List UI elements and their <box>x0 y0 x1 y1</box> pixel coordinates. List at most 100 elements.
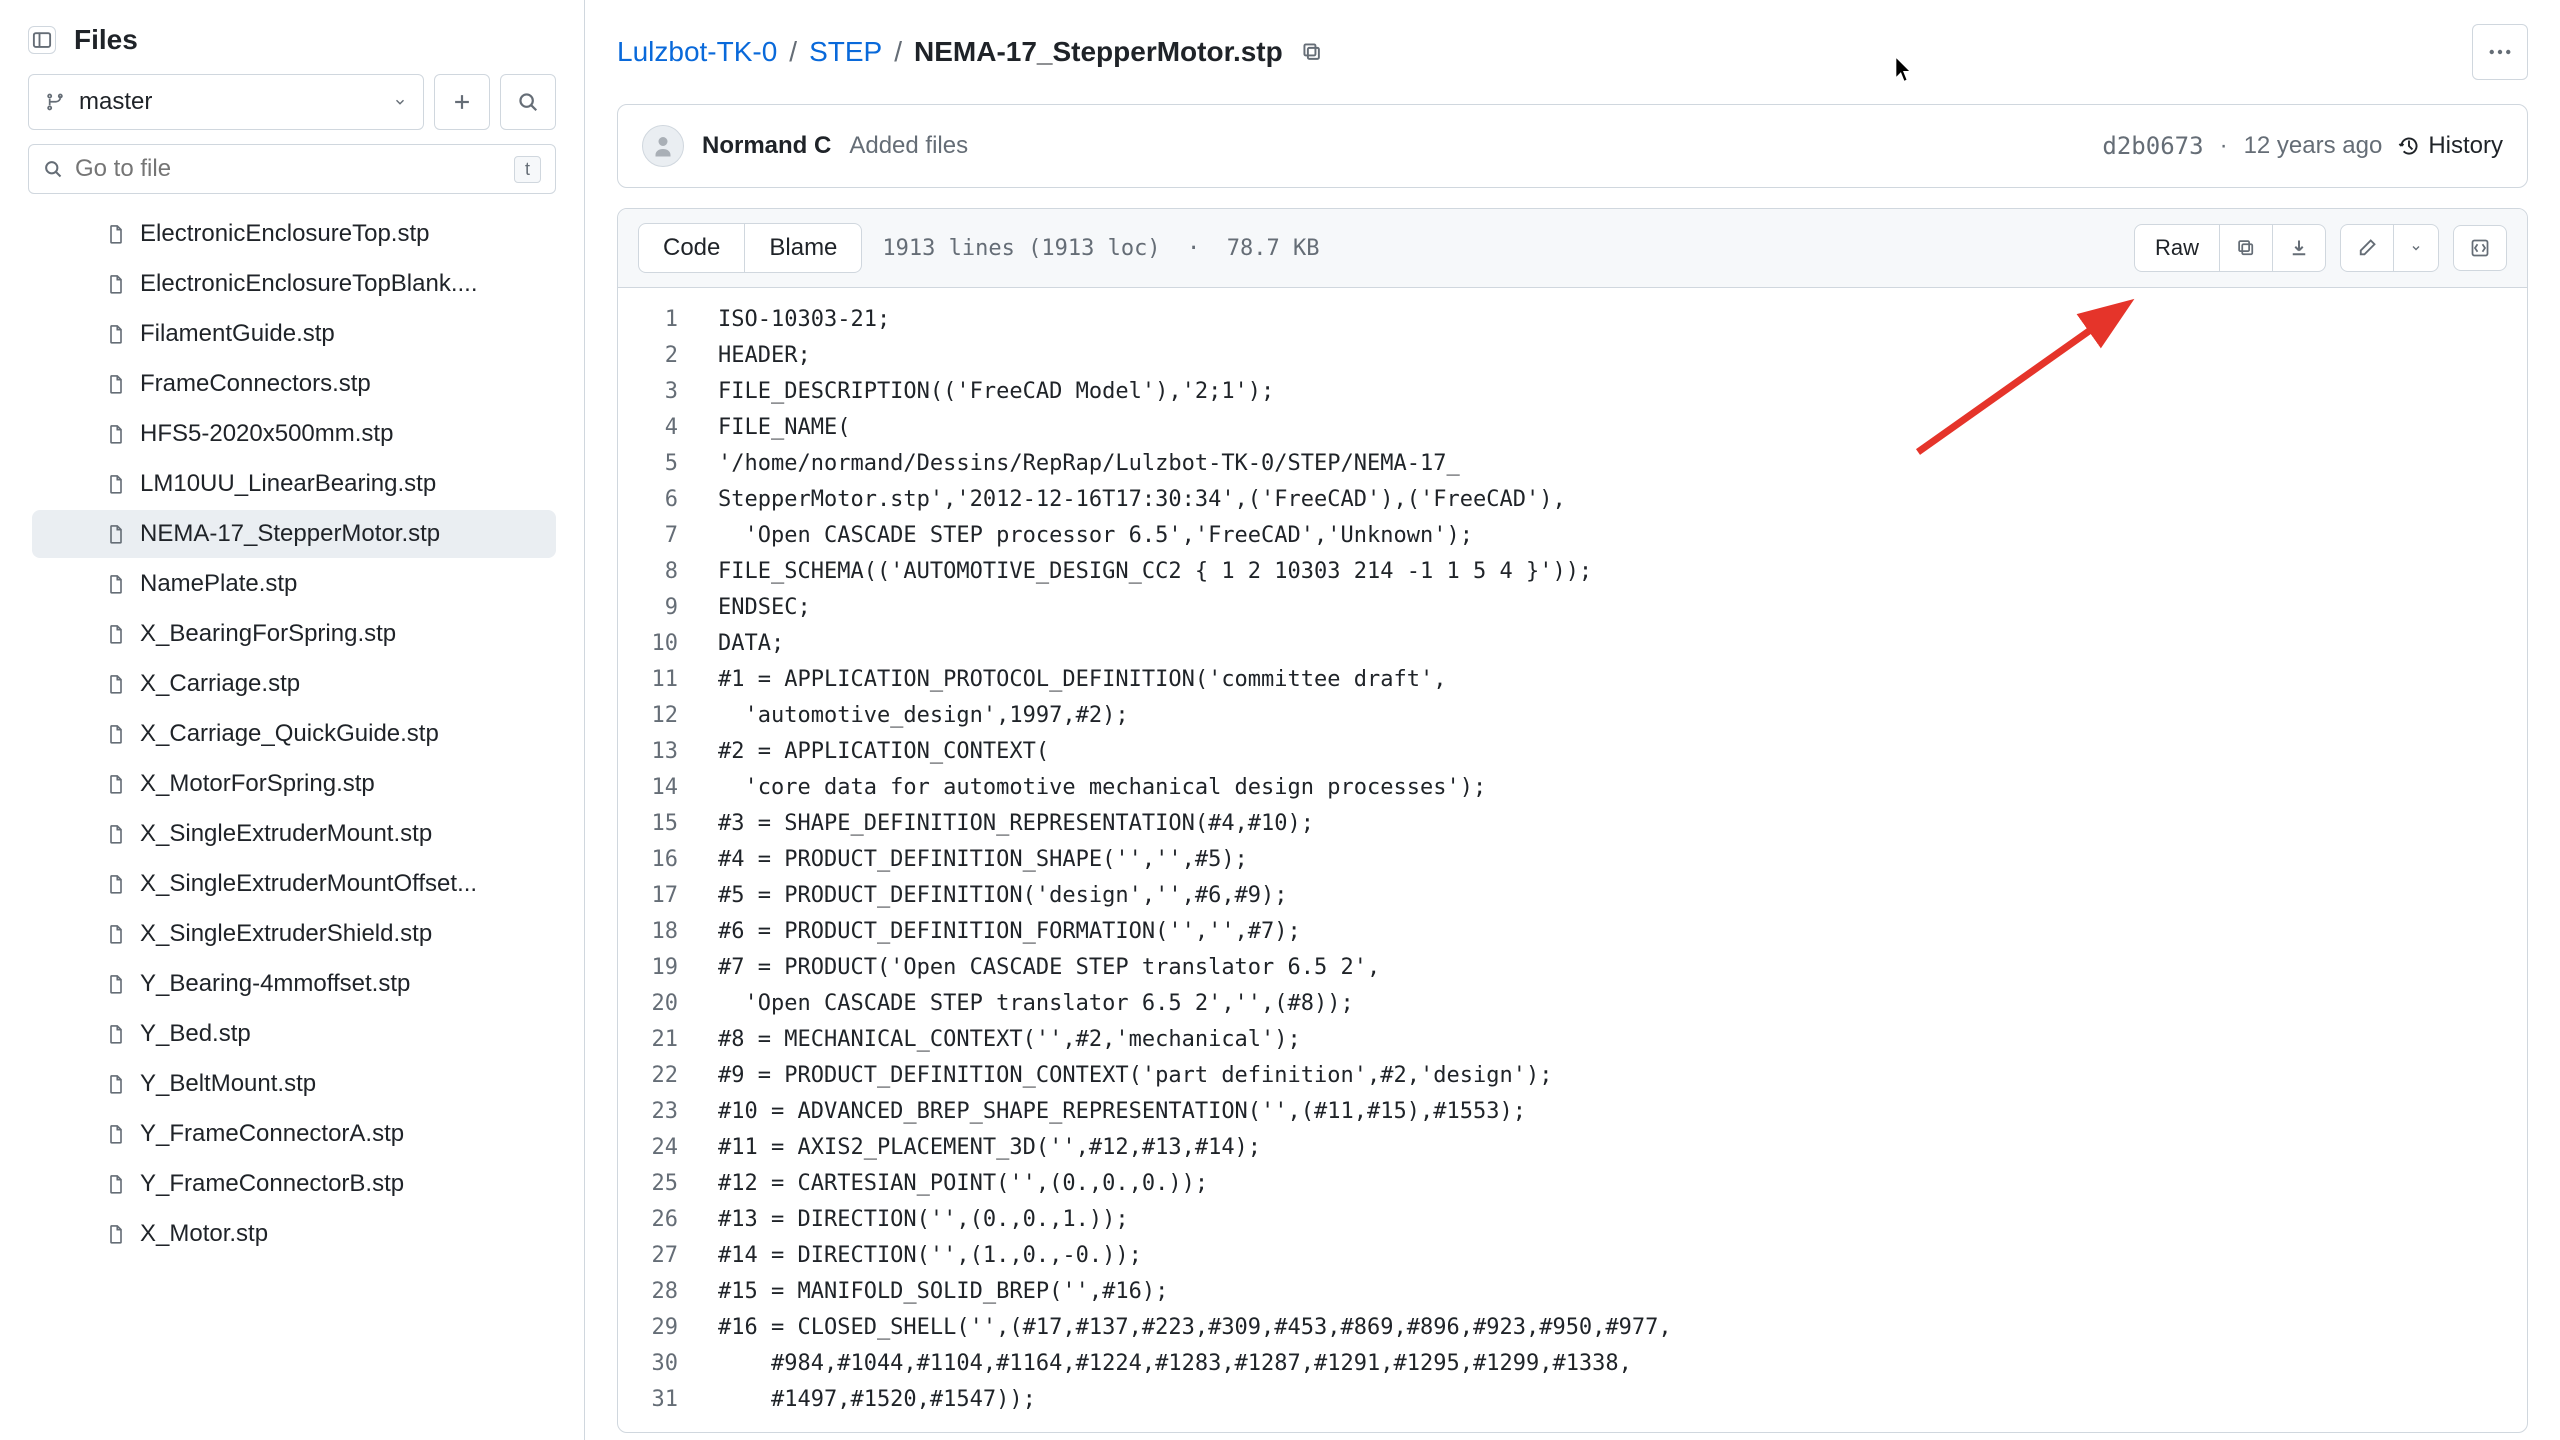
file-name: FrameConnectors.stp <box>140 370 371 398</box>
add-file-button[interactable] <box>434 74 490 130</box>
file-filter-input-wrap[interactable]: t <box>28 144 556 194</box>
line-number[interactable]: 7 <box>618 518 708 554</box>
line-number[interactable]: 1 <box>618 302 708 338</box>
more-actions-button[interactable] <box>2472 24 2528 80</box>
tree-item[interactable]: NEMA-17_StepperMotor.stp <box>32 510 556 558</box>
tree-item[interactable]: ElectronicEnclosureTop.stp <box>32 210 556 258</box>
line-number[interactable]: 28 <box>618 1274 708 1310</box>
file-name: X_Motor.stp <box>140 1220 268 1248</box>
file-filter-input[interactable] <box>75 155 502 183</box>
raw-button[interactable]: Raw <box>2135 225 2219 271</box>
commit-author[interactable]: Normand C <box>702 132 831 160</box>
line-number[interactable]: 19 <box>618 950 708 986</box>
line-number[interactable]: 5 <box>618 446 708 482</box>
line-number[interactable]: 4 <box>618 410 708 446</box>
code-line: 'Open CASCADE STEP processor 6.5','FreeC… <box>708 518 2527 554</box>
tree-item[interactable]: X_Motor.stp <box>32 1210 556 1258</box>
download-button[interactable] <box>2272 225 2325 271</box>
tree-item[interactable]: Y_FrameConnectorA.stp <box>32 1110 556 1158</box>
tree-item[interactable]: X_SingleExtruderShield.stp <box>32 910 556 958</box>
line-number[interactable]: 22 <box>618 1058 708 1094</box>
tree-item[interactable]: X_Carriage_QuickGuide.stp <box>32 710 556 758</box>
tree-item[interactable]: X_MotorForSpring.stp <box>32 760 556 808</box>
line-number[interactable]: 8 <box>618 554 708 590</box>
line-number[interactable]: 18 <box>618 914 708 950</box>
line-number[interactable]: 11 <box>618 662 708 698</box>
tree-item[interactable]: ElectronicEnclosureTopBlank.... <box>32 260 556 308</box>
code-line: FILE_DESCRIPTION(('FreeCAD Model'),'2;1'… <box>708 374 2527 410</box>
symbols-button[interactable] <box>2453 225 2507 271</box>
tree-item[interactable]: FilamentGuide.stp <box>32 310 556 358</box>
file-name: X_Carriage.stp <box>140 670 300 698</box>
code-line: #1 = APPLICATION_PROTOCOL_DEFINITION('co… <box>708 662 2527 698</box>
line-number[interactable]: 14 <box>618 770 708 806</box>
breadcrumb-separator: / <box>789 36 797 68</box>
search-button[interactable] <box>500 74 556 130</box>
edit-button[interactable] <box>2341 225 2393 271</box>
line-number[interactable]: 24 <box>618 1130 708 1166</box>
code-line: #8 = MECHANICAL_CONTEXT('',#2,'mechanica… <box>708 1022 2527 1058</box>
branch-selector[interactable]: master <box>28 74 424 130</box>
mouse-cursor <box>1893 55 1915 85</box>
file-name: NamePlate.stp <box>140 570 297 598</box>
tree-item[interactable]: X_SingleExtruderMount.stp <box>32 810 556 858</box>
tree-item[interactable]: Y_BeltMount.stp <box>32 1060 556 1108</box>
blame-tab[interactable]: Blame <box>744 224 861 272</box>
tree-item[interactable]: X_BearingForSpring.stp <box>32 610 556 658</box>
breadcrumb-folder[interactable]: STEP <box>809 36 882 68</box>
tree-item[interactable]: LM10UU_LinearBearing.stp <box>32 460 556 508</box>
panel-left-icon[interactable] <box>28 26 56 54</box>
breadcrumb-root[interactable]: Lulzbot-TK-0 <box>617 36 777 68</box>
line-number[interactable]: 17 <box>618 878 708 914</box>
tree-item[interactable]: Y_Bearing-4mmoffset.stp <box>32 960 556 1008</box>
line-number[interactable]: 16 <box>618 842 708 878</box>
commit-sha[interactable]: d2b0673 <box>2102 132 2203 160</box>
edit-dropdown-button[interactable] <box>2393 225 2438 271</box>
tree-item[interactable]: X_Carriage.stp <box>32 660 556 708</box>
code-line: #11 = AXIS2_PLACEMENT_3D('',#12,#13,#14)… <box>708 1130 2527 1166</box>
copy-button[interactable] <box>2219 225 2272 271</box>
keyboard-shortcut: t <box>514 156 541 183</box>
copy-path-button[interactable] <box>1301 41 1323 63</box>
tree-item[interactable]: Y_FrameConnectorB.stp <box>32 1160 556 1208</box>
file-name: X_Carriage_QuickGuide.stp <box>140 720 439 748</box>
code-panel: Code Blame 1913 lines (1913 loc) · 78.7 … <box>617 208 2528 1433</box>
line-number[interactable]: 27 <box>618 1238 708 1274</box>
line-number[interactable]: 3 <box>618 374 708 410</box>
line-number[interactable]: 21 <box>618 1022 708 1058</box>
file-stats: 1913 lines (1913 loc) · 78.7 KB <box>882 236 1319 261</box>
line-number[interactable]: 10 <box>618 626 708 662</box>
code-line: FILE_NAME( <box>708 410 2527 446</box>
line-number[interactable]: 13 <box>618 734 708 770</box>
code-line: #7 = PRODUCT('Open CASCADE STEP translat… <box>708 950 2527 986</box>
code-lines[interactable]: ISO-10303-21;HEADER;FILE_DESCRIPTION(('F… <box>708 288 2527 1432</box>
avatar[interactable] <box>642 125 684 167</box>
code-line: #12 = CARTESIAN_POINT('',(0.,0.,0.)); <box>708 1166 2527 1202</box>
tree-item[interactable]: X_SingleExtruderMountOffset... <box>32 860 556 908</box>
view-tabs: Code Blame <box>638 223 862 273</box>
tree-item[interactable]: NamePlate.stp <box>32 560 556 608</box>
line-number[interactable]: 26 <box>618 1202 708 1238</box>
line-number[interactable]: 25 <box>618 1166 708 1202</box>
line-number[interactable]: 6 <box>618 482 708 518</box>
tree-item[interactable]: FrameConnectors.stp <box>32 360 556 408</box>
tree-item[interactable]: Y_Bed.stp <box>32 1010 556 1058</box>
line-number[interactable]: 15 <box>618 806 708 842</box>
line-number[interactable]: 29 <box>618 1310 708 1346</box>
code-tab[interactable]: Code <box>639 224 744 272</box>
code-line: 'Open CASCADE STEP translator 6.5 2','',… <box>708 986 2527 1022</box>
code-line: #984,#1044,#1104,#1164,#1224,#1283,#1287… <box>708 1346 2527 1382</box>
code-line: ENDSEC; <box>708 590 2527 626</box>
line-number[interactable]: 31 <box>618 1382 708 1418</box>
line-number[interactable]: 23 <box>618 1094 708 1130</box>
breadcrumb-separator: / <box>894 36 902 68</box>
line-number[interactable]: 9 <box>618 590 708 626</box>
line-number[interactable]: 12 <box>618 698 708 734</box>
history-link[interactable]: History <box>2398 132 2503 160</box>
tree-item[interactable]: HFS5-2020x500mm.stp <box>32 410 556 458</box>
line-number[interactable]: 30 <box>618 1346 708 1382</box>
commit-message[interactable]: Added files <box>849 132 968 160</box>
line-number[interactable]: 20 <box>618 986 708 1022</box>
line-number[interactable]: 2 <box>618 338 708 374</box>
search-icon <box>43 159 63 179</box>
